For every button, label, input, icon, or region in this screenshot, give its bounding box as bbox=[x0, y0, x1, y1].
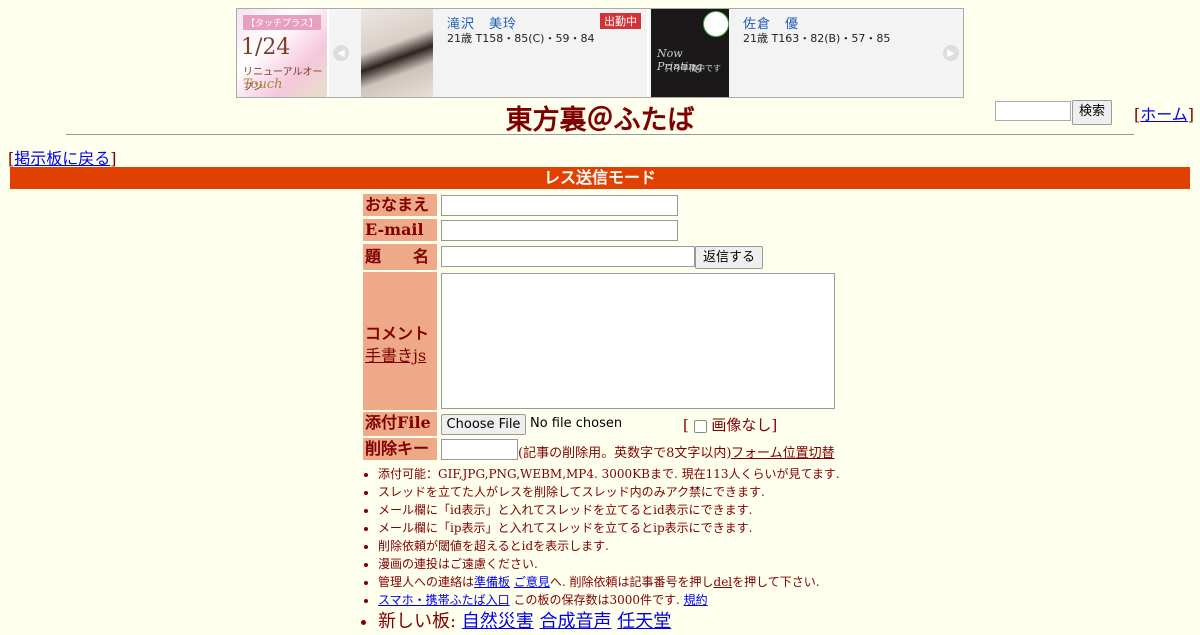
card-photo[interactable]: Now Printing 只今準備中です bbox=[651, 9, 729, 97]
choose-file-button[interactable]: Choose File bbox=[441, 414, 526, 435]
list-item: 新しい板: 自然災害 合成音声 任天堂 bbox=[378, 609, 898, 635]
delete-key-hint: (記事の削除用。英数字で8文字以内) bbox=[518, 446, 732, 461]
form-position-toggle-link[interactable]: フォーム位置切替 bbox=[731, 442, 835, 461]
home-link-wrapper: [ホーム] bbox=[1134, 105, 1195, 124]
list-item: メール欄に「id表示」と入れてスレッドを立てるとid表示にできます. bbox=[378, 501, 898, 519]
home-link[interactable]: ホーム bbox=[1140, 105, 1188, 124]
list-item: 削除依頼が閾値を超えるとidを表示します. bbox=[378, 537, 898, 555]
comment-label: コメント bbox=[365, 324, 430, 343]
contact-text: 管理人への連絡は bbox=[378, 575, 475, 589]
chevron-left-icon: ◀ bbox=[333, 45, 349, 61]
ad-brand: Touch bbox=[243, 77, 283, 92]
terms-link[interactable]: 規約 bbox=[684, 593, 708, 607]
divider bbox=[66, 134, 1134, 135]
no-image-option: [ 画像なし] bbox=[683, 416, 778, 434]
back-link-wrapper: [掲示板に戻る] bbox=[8, 149, 117, 168]
banner-card-2[interactable]: Now Printing 只今準備中です 佐倉 優 21歳 T163・82(B)… bbox=[649, 9, 939, 97]
ad-banner[interactable]: 【タッチプラス】 1/24 リニューアルオープン Touch ◀ 滝沢 美玲 2… bbox=[236, 8, 964, 98]
subject-label: 題 名 bbox=[363, 244, 437, 270]
handwrite-link[interactable]: 手書きjs bbox=[365, 342, 426, 366]
delete-key-label: 削除キー bbox=[363, 438, 437, 460]
back-to-board-link[interactable]: 掲示板に戻る bbox=[14, 149, 110, 168]
prep-board-link[interactable]: 準備板 bbox=[474, 575, 510, 589]
mobile-entry-link[interactable]: スマホ・携帯ふたば入口 bbox=[378, 593, 510, 607]
delete-key-field[interactable] bbox=[441, 439, 518, 460]
ad-tag: 【タッチプラス】 bbox=[243, 15, 321, 30]
status-badge: 出勤中 bbox=[600, 13, 641, 29]
comment-label-cell: コメント 手書きjs bbox=[363, 272, 437, 410]
photo-placeholder-sub: 只今準備中です bbox=[665, 64, 721, 73]
storage-text: この板の保存数は3000件です. bbox=[509, 593, 680, 607]
ad-thumbnail[interactable]: 【タッチプラス】 1/24 リニューアルオープン Touch bbox=[237, 9, 327, 97]
name-field[interactable] bbox=[441, 195, 678, 216]
contact-text-post: を押して下さい. bbox=[732, 575, 820, 589]
new-boards-label: 新しい板: bbox=[378, 611, 462, 632]
comment-textarea[interactable] bbox=[441, 273, 835, 409]
search-input[interactable] bbox=[995, 101, 1071, 121]
list-item: メール欄に「ip表示」と入れてスレッドを立てるとip表示にできます. bbox=[378, 519, 898, 537]
subject-field[interactable] bbox=[441, 246, 695, 267]
card-stats: 21歳 T158・85(C)・59・84 bbox=[447, 32, 595, 45]
name-label: おなまえ bbox=[363, 194, 437, 216]
submit-reply-button[interactable]: 返信する bbox=[695, 246, 763, 269]
feedback-link[interactable]: ご意見 bbox=[514, 575, 550, 589]
card-stats: 21歳 T163・82(B)・57・85 bbox=[743, 32, 891, 45]
chevron-right-icon: ▶ bbox=[943, 45, 959, 61]
contact-text-mid: へ. 削除依頼は記事番号を押し bbox=[549, 575, 714, 589]
new-board-link[interactable]: 自然災害 bbox=[462, 611, 534, 632]
no-image-label: 画像なし bbox=[711, 416, 772, 434]
file-status: No file chosen bbox=[530, 416, 623, 431]
search-button[interactable]: 検索 bbox=[1072, 100, 1113, 125]
shop-logo-icon bbox=[703, 11, 729, 37]
list-item: スマホ・携帯ふたば入口 この板の保存数は3000件です. 規約 bbox=[378, 591, 898, 609]
list-item: スレッドを立てた人がレスを削除してスレッド内のみアク禁にできます. bbox=[378, 483, 898, 501]
file-label: 添付File bbox=[363, 412, 437, 436]
list-item: 漫画の連投はご遠慮ください. bbox=[378, 555, 898, 573]
del-link[interactable]: del bbox=[714, 575, 733, 589]
new-board-link[interactable]: 合成音声 bbox=[540, 611, 612, 632]
banner-next-button[interactable]: ▶ bbox=[939, 9, 963, 97]
reply-mode-bar: レス送信モード bbox=[10, 167, 1190, 189]
banner-prev-button[interactable]: ◀ bbox=[329, 9, 353, 97]
email-field[interactable] bbox=[441, 220, 678, 241]
banner-card-1[interactable]: 滝沢 美玲 21歳 T158・85(C)・59・84 出勤中 bbox=[353, 9, 647, 97]
notice-list: 添付可能：GIF,JPG,PNG,WEBM,MP4. 3000KBまで. 現在1… bbox=[363, 465, 898, 635]
list-item: 添付可能：GIF,JPG,PNG,WEBM,MP4. 3000KBまで. 現在1… bbox=[378, 465, 898, 483]
no-image-checkbox[interactable] bbox=[693, 419, 707, 433]
email-label: E-mail bbox=[363, 219, 437, 241]
new-board-link[interactable]: 任天堂 bbox=[617, 611, 671, 632]
card-photo[interactable] bbox=[361, 9, 433, 97]
ad-date: 1/24 bbox=[241, 35, 291, 60]
list-item: 管理人への連絡は準備板 ご意見へ. 削除依頼は記事番号を押しdelを押して下さい… bbox=[378, 573, 898, 591]
